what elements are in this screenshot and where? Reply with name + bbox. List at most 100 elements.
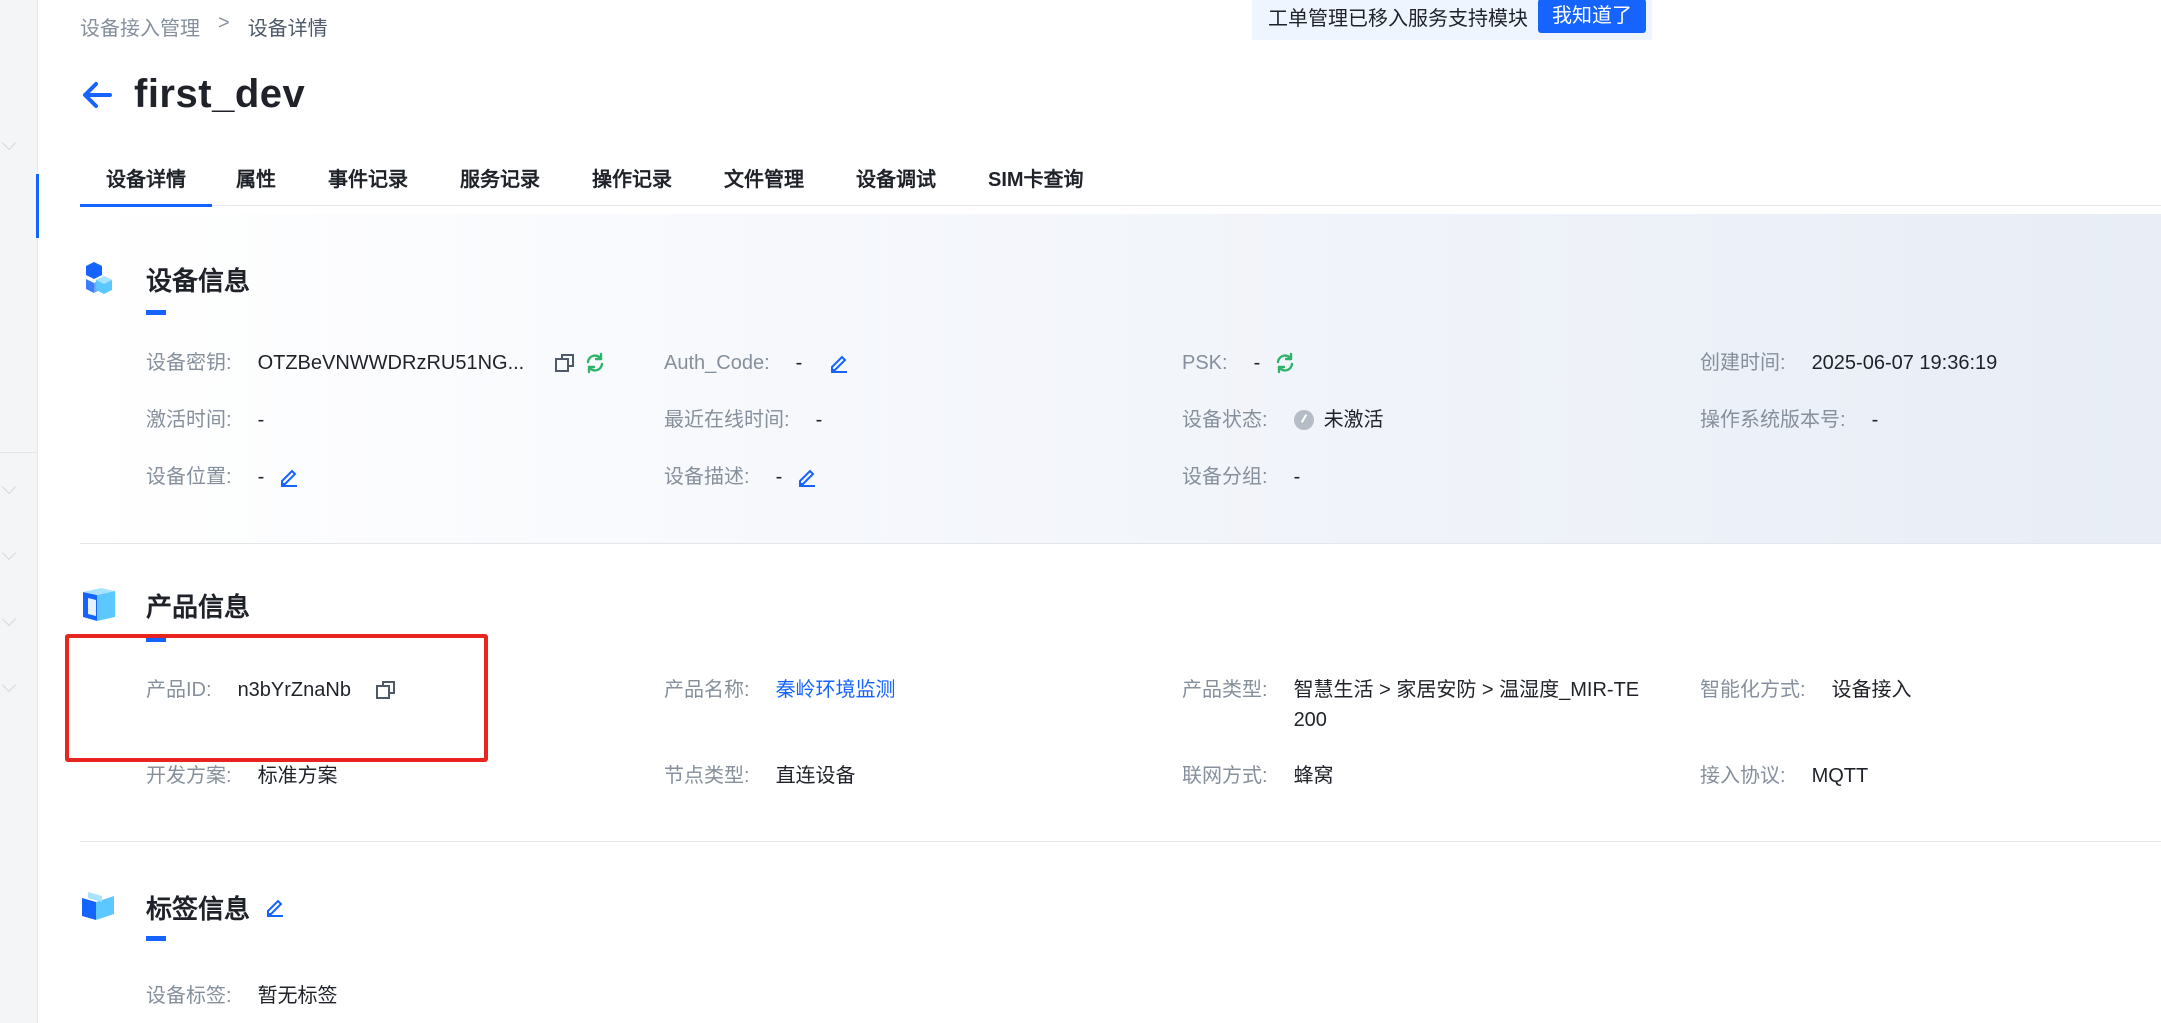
tab-device-debug[interactable]: 设备调试 bbox=[830, 160, 962, 206]
field-activated-time: 激活时间: - bbox=[146, 405, 264, 435]
field-label: 接入协议: bbox=[1700, 765, 1786, 787]
field-device-location: 设备位置: - bbox=[146, 462, 300, 492]
tags-value: 暂无标签 bbox=[257, 985, 338, 1007]
field-label: 开发方案: bbox=[146, 765, 232, 787]
highlight-annotation-box bbox=[65, 634, 488, 762]
tag-info-header: 标签信息 bbox=[80, 888, 286, 926]
tag-info-section: 标签信息 设备标签: 暂无标签 bbox=[80, 842, 2161, 1023]
field-intelligence-mode: 智能化方式: 设备接入 bbox=[1700, 675, 1912, 705]
field-label: 产品类型: bbox=[1182, 679, 1268, 701]
section-title: 标签信息 bbox=[146, 893, 251, 924]
back-arrow-icon[interactable] bbox=[80, 78, 114, 112]
section-underline bbox=[146, 936, 166, 941]
chevron-icon[interactable] bbox=[1, 135, 17, 151]
intelligence-value: 设备接入 bbox=[1831, 679, 1912, 701]
section-underline bbox=[146, 310, 166, 315]
main-content: 设备接入管理 > 设备详情 工单管理已移入服务支持模块 我知道了 first_d… bbox=[80, 0, 2161, 1023]
tab-bar: 设备详情 属性 事件记录 服务记录 操作记录 文件管理 设备调试 SIM卡查询 bbox=[80, 160, 2161, 207]
field-label: 操作系统版本号: bbox=[1700, 409, 1846, 431]
device-info-section: 设备信息 设备密钥: OTZBeVNWWDRzRU51NG... Auth_Co… bbox=[80, 214, 2161, 544]
network-value: 蜂窝 bbox=[1293, 765, 1334, 787]
tab-device-detail[interactable]: 设备详情 bbox=[80, 160, 212, 207]
edit-icon[interactable] bbox=[278, 466, 300, 488]
field-auth-code: Auth_Code: - bbox=[664, 348, 850, 378]
field-value-wrap: - bbox=[796, 348, 851, 378]
chevron-icon[interactable] bbox=[1, 545, 17, 561]
product-type-value: 智慧生活 > 家居安防 > 温湿度_MIR-TE200 bbox=[1293, 679, 1640, 731]
field-label: 激活时间: bbox=[146, 409, 232, 431]
tab-service-records[interactable]: 服务记录 bbox=[434, 160, 566, 206]
product-info-header: 产品信息 bbox=[80, 586, 250, 624]
field-value-wrap: - bbox=[258, 462, 301, 492]
notice-text: 工单管理已移入服务支持模块 bbox=[1268, 7, 1528, 30]
tab-operation-records[interactable]: 操作记录 bbox=[566, 160, 698, 206]
field-created-time: 创建时间: 2025-06-07 19:36:19 bbox=[1700, 348, 1997, 378]
field-os-version: 操作系统版本号: - bbox=[1700, 405, 1878, 435]
protocol-value: MQTT bbox=[1811, 765, 1869, 787]
product-name-link[interactable]: 秦岭环境监测 bbox=[776, 675, 896, 705]
field-label: PSK: bbox=[1182, 352, 1228, 374]
device-secret-value: OTZBeVNWWDRzRU51NG... bbox=[257, 352, 525, 374]
notice-banner: 工单管理已移入服务支持模块 我知道了 bbox=[1252, 0, 1652, 40]
field-label: 最近在线时间: bbox=[664, 409, 790, 431]
field-product-type: 产品类型: 智慧生活 > 家居安防 > 温湿度_MIR-TE200 bbox=[1182, 675, 1649, 735]
last-online-value: - bbox=[815, 409, 823, 431]
tab-properties[interactable]: 属性 bbox=[212, 160, 302, 206]
edit-icon[interactable] bbox=[828, 352, 850, 374]
section-title: 产品信息 bbox=[146, 591, 251, 622]
field-product-name: 产品名称: 秦岭环境监测 bbox=[664, 675, 896, 705]
dev-scheme-value: 标准方案 bbox=[257, 765, 338, 787]
field-label: 设备位置: bbox=[146, 466, 232, 488]
field-value-wrap: - bbox=[776, 462, 819, 492]
field-label: 设备密钥: bbox=[146, 352, 232, 374]
section-title: 设备信息 bbox=[146, 265, 251, 296]
breadcrumb-parent[interactable]: 设备接入管理 bbox=[80, 12, 200, 41]
box-icon bbox=[80, 586, 118, 624]
device-info-header: 设备信息 bbox=[80, 260, 250, 298]
created-time-value: 2025-06-07 19:36:19 bbox=[1811, 352, 1998, 374]
field-dev-scheme: 开发方案: 标准方案 bbox=[146, 761, 338, 791]
field-last-online: 最近在线时间: - bbox=[664, 405, 822, 435]
edit-icon[interactable] bbox=[264, 896, 286, 918]
node-type-value: 直连设备 bbox=[775, 765, 856, 787]
field-label: Auth_Code: bbox=[664, 352, 770, 374]
location-value: - bbox=[257, 466, 265, 488]
tab-event-records[interactable]: 事件记录 bbox=[302, 160, 434, 206]
refresh-icon[interactable] bbox=[584, 352, 606, 374]
field-device-description: 设备描述: - bbox=[664, 462, 818, 492]
cubes-icon bbox=[80, 260, 118, 298]
tab-file-management[interactable]: 文件管理 bbox=[698, 160, 830, 206]
field-access-protocol: 接入协议: MQTT bbox=[1700, 761, 1868, 791]
chevron-icon[interactable] bbox=[1, 479, 17, 495]
description-value: - bbox=[775, 466, 783, 488]
left-nav-strip bbox=[0, 0, 39, 1023]
field-label: 节点类型: bbox=[664, 765, 750, 787]
edit-icon[interactable] bbox=[796, 466, 818, 488]
chevron-icon[interactable] bbox=[1, 611, 17, 627]
copy-icon[interactable] bbox=[554, 352, 576, 374]
chevron-icon[interactable] bbox=[1, 677, 17, 693]
tab-sim-query[interactable]: SIM卡查询 bbox=[962, 160, 1110, 206]
refresh-icon[interactable] bbox=[1274, 352, 1296, 374]
field-label: 创建时间: bbox=[1700, 352, 1786, 374]
psk-value: - bbox=[1253, 352, 1261, 374]
field-label: 设备状态: bbox=[1182, 409, 1268, 431]
field-network-mode: 联网方式: 蜂窝 bbox=[1182, 761, 1334, 791]
field-value-wrap: 未激活 bbox=[1293, 405, 1384, 435]
page-title: first_dev bbox=[134, 72, 306, 116]
field-label: 设备标签: bbox=[146, 985, 232, 1007]
field-label: 智能化方式: bbox=[1700, 679, 1806, 701]
field-device-secret: 设备密钥: OTZBeVNWWDRzRU51NG... bbox=[146, 348, 606, 378]
field-node-type: 节点类型: 直连设备 bbox=[664, 761, 856, 791]
os-version-value: - bbox=[1871, 409, 1879, 431]
nav-divider bbox=[0, 452, 38, 453]
activated-time-value: - bbox=[257, 409, 265, 431]
field-device-status: 设备状态: 未激活 bbox=[1182, 405, 1384, 435]
page-header: first_dev bbox=[80, 72, 305, 117]
field-device-group: 设备分组: - bbox=[1182, 462, 1300, 492]
nav-active-indicator bbox=[36, 174, 39, 238]
group-value: - bbox=[1293, 466, 1301, 488]
got-it-button[interactable]: 我知道了 bbox=[1538, 0, 1646, 33]
field-label: 设备描述: bbox=[664, 466, 750, 488]
field-label: 产品名称: bbox=[664, 679, 750, 701]
